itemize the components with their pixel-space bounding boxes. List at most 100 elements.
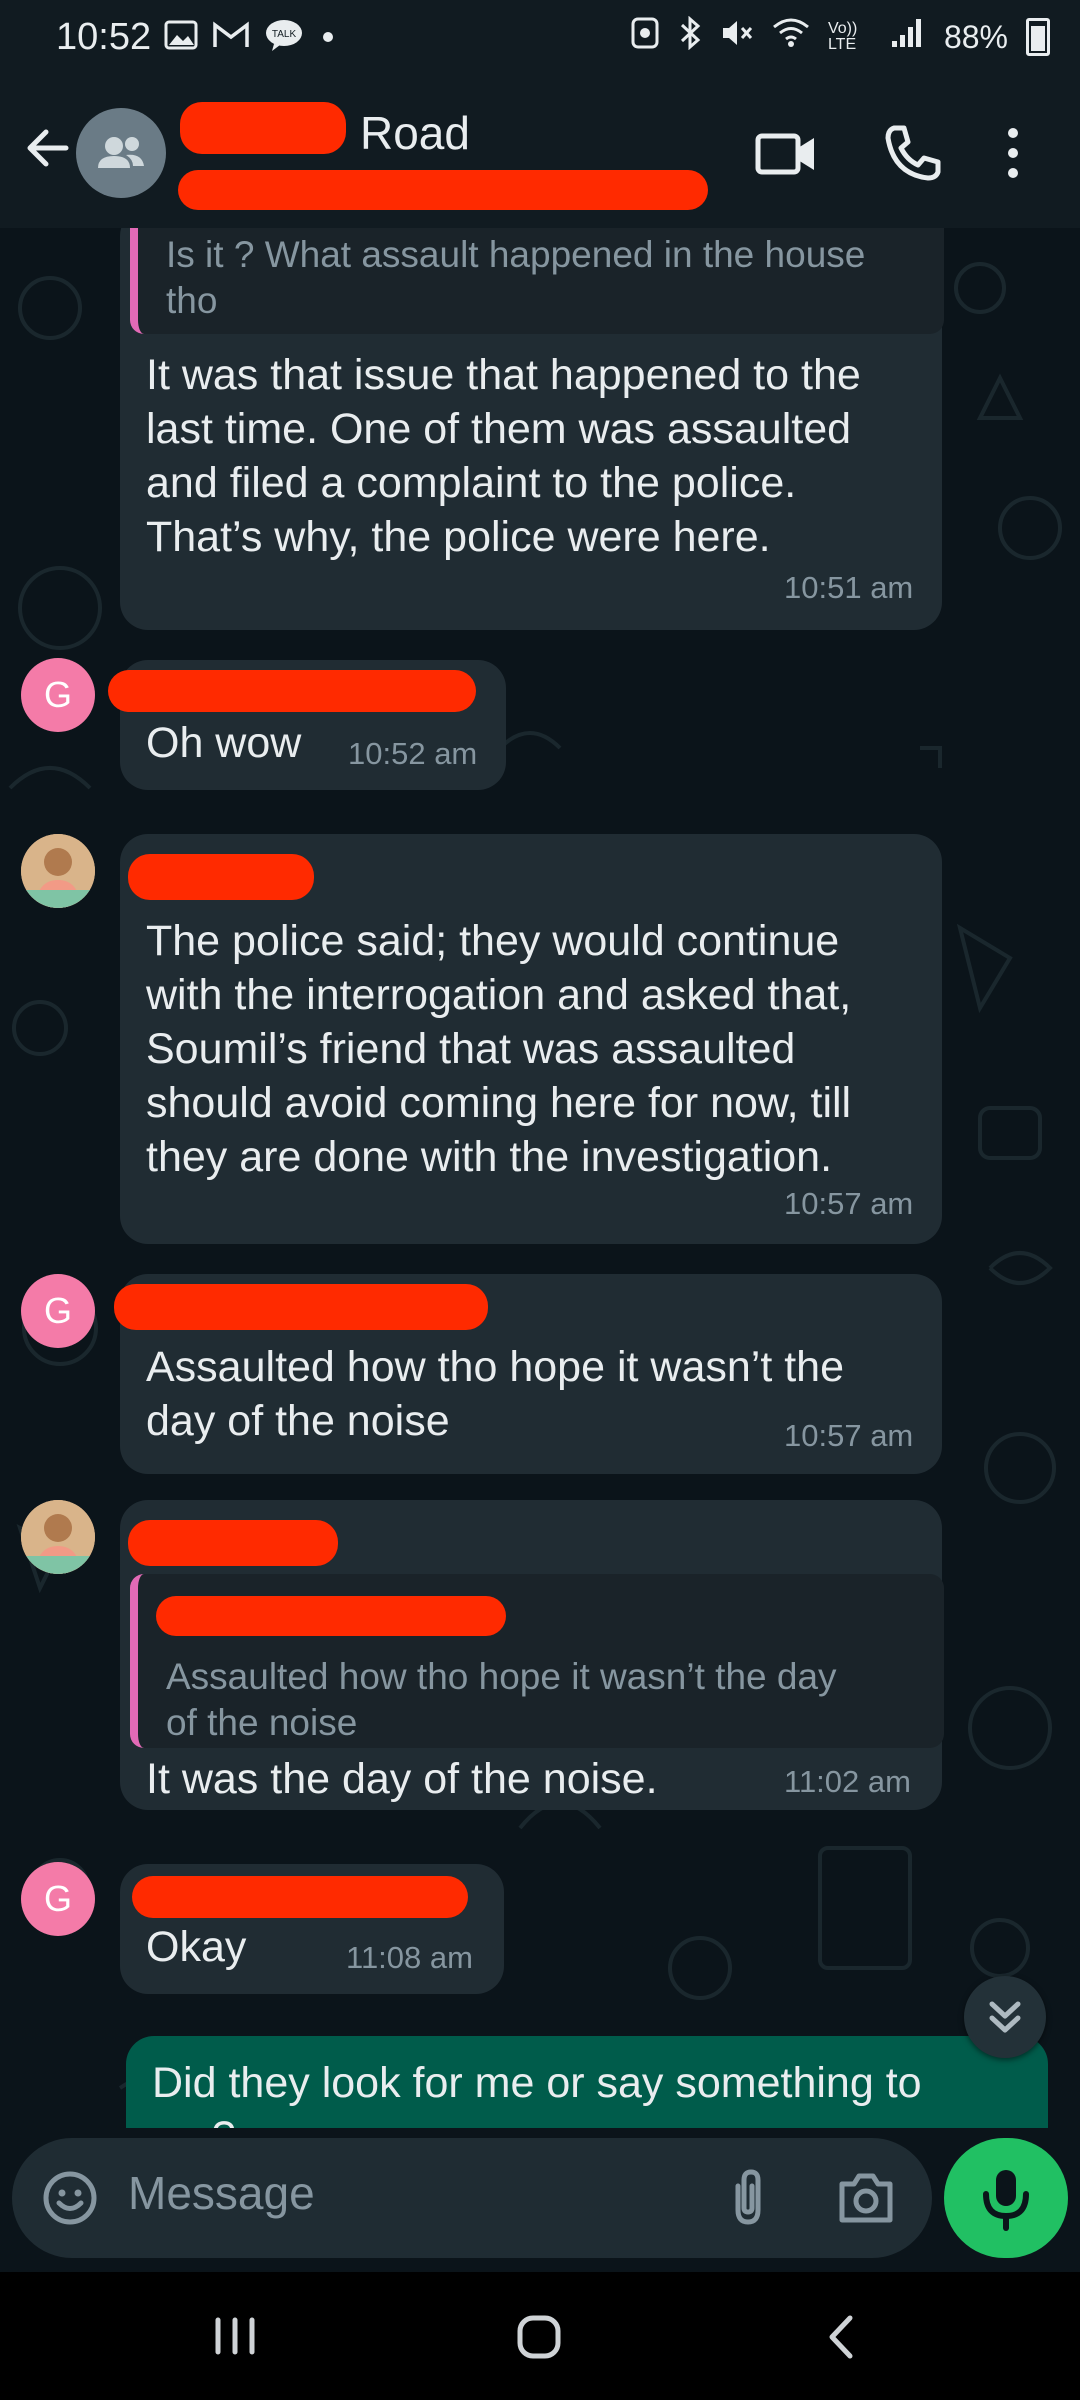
sender-avatar-photo[interactable]	[21, 834, 95, 908]
redacted-sender-name	[108, 670, 476, 712]
group-avatar[interactable]	[76, 108, 166, 198]
arrow-left-icon	[27, 129, 69, 167]
message-line: and filed a complaint to the police.	[146, 459, 797, 507]
message-line: last time. One of them was assaulted	[146, 405, 852, 453]
chevron-left-icon	[829, 2315, 853, 2359]
message-line: Soumil’s friend that was assaulted	[146, 1025, 796, 1073]
chat-title[interactable]: Road	[360, 106, 470, 160]
quoted-line: of the noise	[166, 1702, 358, 1743]
mute-icon	[720, 16, 754, 58]
message-composer[interactable]: Message	[12, 2138, 932, 2258]
emoji-icon	[43, 2171, 97, 2225]
message-text: Oh wow	[146, 719, 302, 767]
quoted-text: Is it ? What assault happened in the hou…	[166, 234, 866, 321]
message-line: Assaulted how tho hope it wasn’t the	[146, 1343, 844, 1391]
svg-text:TALK: TALK	[272, 29, 297, 40]
status-time: 10:52	[56, 16, 152, 58]
message-time: 10:52 am	[348, 736, 478, 771]
system-icons: Vo)) LTE 88%	[630, 15, 1050, 58]
home-icon	[517, 2315, 561, 2359]
message-bubble[interactable]: Is it ? What assault happened in the hou…	[120, 228, 944, 630]
message-line: It was that issue that happened to the	[146, 351, 861, 399]
system-navigation-bar	[0, 2272, 1080, 2400]
bluetooth-icon	[678, 15, 702, 58]
message-text: It was the day of the noise.	[146, 1755, 658, 1803]
nav-back-button[interactable]	[806, 2302, 876, 2372]
mic-icon	[983, 2170, 1029, 2231]
message-input[interactable]: Message	[128, 2166, 315, 2220]
message-line: Did they look for me or say something to	[152, 2059, 922, 2107]
recent-apps-button[interactable]	[200, 2306, 270, 2366]
redacted-sender-name	[128, 854, 314, 900]
paperclip-icon	[735, 2169, 761, 2225]
message-bubble[interactable]: Assaulted how tho hope it wasn’t the day…	[120, 1500, 944, 1810]
more-vert-icon	[1008, 128, 1018, 178]
redacted-sender-name	[128, 1520, 338, 1566]
outgoing-message-bubble[interactable]: Did they look for me or say something to…	[126, 2036, 1048, 2128]
message-line: they are done with the investigation.	[146, 1133, 833, 1181]
phone-icon	[885, 125, 941, 181]
message-bubble[interactable]: The police said; they would continue wit…	[120, 834, 942, 1244]
attach-button[interactable]	[716, 2166, 780, 2230]
gmail-icon	[212, 20, 250, 58]
quoted-line: Assaulted how tho hope it wasn’t the day	[166, 1656, 837, 1697]
voice-call-button[interactable]	[876, 118, 946, 188]
notification-icons: TALK	[164, 18, 338, 60]
message-line: me?	[152, 2110, 1032, 2128]
redacted-participants	[178, 170, 708, 210]
sender-avatar[interactable]: G	[21, 1274, 95, 1348]
quoted-text: Assaulted how tho hope it wasn’t the day…	[166, 1654, 926, 1746]
message-text: The police said; they would continue wit…	[146, 914, 936, 1184]
message-bubble[interactable]: Okay 11:08 am	[120, 1864, 504, 1994]
redacted-group-name	[180, 102, 346, 154]
message-line: That’s why, the police were here.	[146, 513, 771, 561]
whatsapp-chat-screen: 10:52 TALK Vo)) LTE 88% Road Is it ? Wha…	[0, 0, 1080, 2400]
person-photo-icon	[21, 834, 95, 908]
emoji-button[interactable]	[40, 2168, 100, 2228]
recent-apps-icon	[215, 2317, 255, 2355]
video-call-button[interactable]	[752, 118, 822, 188]
message-line: should avoid coming here for now, till	[146, 1079, 852, 1127]
video-call-icon	[755, 133, 814, 175]
more-options-button[interactable]	[988, 118, 1038, 188]
message-list[interactable]: Is it ? What assault happened in the hou…	[0, 228, 1080, 2128]
message-bubble[interactable]: Oh wow 10:52 am	[108, 660, 506, 790]
redacted-quoted-sender	[156, 1596, 506, 1636]
message-time: 10:51 am	[784, 570, 914, 605]
voice-message-button[interactable]	[944, 2138, 1068, 2258]
gallery-icon	[164, 20, 198, 58]
home-button[interactable]	[504, 2302, 574, 2372]
battery-icon	[1026, 18, 1050, 56]
group-icon	[98, 137, 144, 168]
redacted-sender-name	[132, 1876, 468, 1918]
battery-percent: 88%	[943, 18, 1008, 55]
camera-button[interactable]	[834, 2166, 898, 2230]
message-time: 11:02 am	[784, 1764, 911, 1799]
sender-avatar-photo[interactable]	[21, 1500, 95, 1574]
person-photo-icon	[21, 1500, 95, 1574]
camera-icon	[839, 2173, 893, 2223]
signal-icon	[890, 17, 926, 57]
wifi-icon	[772, 17, 810, 57]
back-button[interactable]	[18, 118, 78, 178]
scroll-to-bottom-button[interactable]	[964, 1976, 1046, 2058]
message-line: with the interrogation and asked that,	[146, 971, 852, 1019]
sender-avatar[interactable]: G	[21, 658, 95, 732]
chat-header: Road	[0, 78, 1080, 228]
sender-avatar[interactable]: G	[21, 1862, 95, 1936]
talk-icon: TALK	[264, 18, 304, 60]
dot-icon	[318, 20, 338, 58]
message-time: 10:57 am	[784, 1418, 914, 1453]
status-bar: 10:52 TALK Vo)) LTE 88%	[0, 0, 1080, 78]
message-text: Did they look for me or say something to…	[152, 2056, 1032, 2128]
quoted-message[interactable]: Is it ? What assault happened in the hou…	[130, 228, 944, 334]
message-text: It was that issue that happened to the l…	[146, 348, 926, 564]
double-chevron-down-icon	[989, 2001, 1021, 2033]
network-type-label: Vo)) LTE	[827, 20, 858, 53]
message-time: 11:08 am	[346, 1940, 473, 1975]
quoted-message[interactable]: Assaulted how tho hope it wasn’t the day…	[130, 1574, 944, 1748]
recycle-icon	[630, 16, 660, 58]
message-text: Okay	[146, 1923, 247, 1971]
message-bubble[interactable]: Assaulted how tho hope it wasn’t the day…	[114, 1274, 942, 1474]
message-time: 10:57 am	[784, 1186, 914, 1221]
